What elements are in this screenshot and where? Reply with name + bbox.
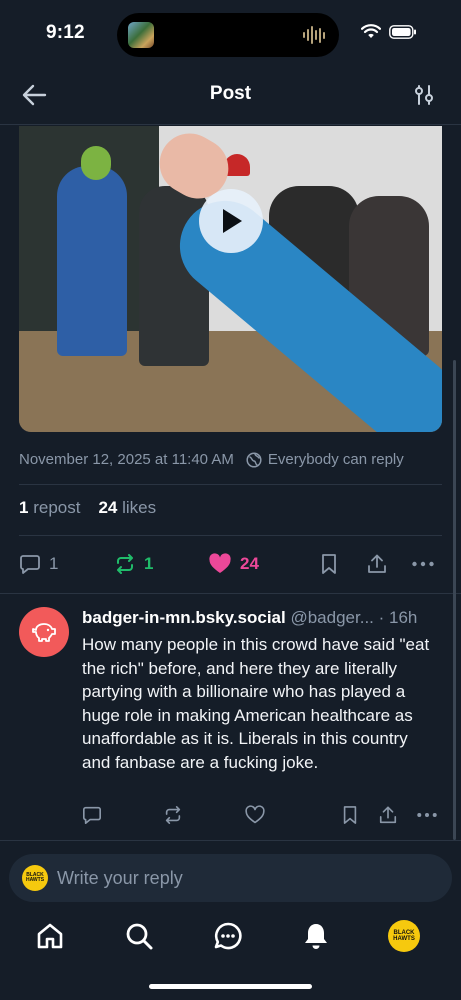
- meta-divider: [19, 484, 442, 485]
- play-button[interactable]: [199, 189, 263, 253]
- nav-profile[interactable]: BLACK HAWTS: [387, 919, 421, 953]
- share-icon: [368, 554, 386, 573]
- post-meta: November 12, 2025 at 11:40 AM Everybody …: [19, 451, 442, 468]
- reply-input[interactable]: [57, 854, 427, 902]
- repost-button[interactable]: 1: [114, 549, 153, 579]
- reply-text: How many people in this crowd have said …: [82, 635, 430, 772]
- likes-stat[interactable]: 24 likes: [98, 498, 156, 518]
- reply-composer[interactable]: BLACK HAWTS: [9, 854, 452, 902]
- reply-repost-button[interactable]: [163, 805, 183, 830]
- chat-icon: [214, 922, 242, 950]
- speech-bubble-icon: [83, 806, 101, 824]
- audio-wave-icon: [303, 25, 327, 45]
- avatar[interactable]: [19, 607, 69, 657]
- bookmark-icon: [322, 554, 336, 574]
- reply-display-name[interactable]: badger-in-mn.bsky.social: [82, 608, 286, 627]
- post-video[interactable]: [19, 126, 442, 432]
- nav-home[interactable]: [33, 919, 67, 953]
- reply-time: · 16h: [378, 608, 418, 627]
- bell-icon: [305, 924, 327, 949]
- likes-label: likes: [122, 498, 157, 517]
- bottom-nav: BLACK HAWTS: [0, 915, 461, 960]
- globe-icon: [246, 451, 262, 468]
- battery-icon: [389, 24, 416, 39]
- status-time: 9:12: [46, 22, 85, 43]
- avatar: BLACK HAWTS: [22, 865, 48, 891]
- nav-notifications[interactable]: [299, 919, 333, 953]
- reposts-stat[interactable]: 1 repost: [19, 498, 80, 518]
- speech-bubble-icon: [20, 555, 40, 574]
- status-bar: 9:12: [0, 0, 461, 70]
- now-playing-thumbnail: [128, 22, 154, 48]
- header: Post: [0, 70, 461, 122]
- avatar-text: BLACK HAWTS: [393, 930, 415, 942]
- reply-bookmark-button[interactable]: [341, 805, 359, 830]
- ellipsis-icon: [412, 561, 434, 567]
- video-scene-part: [81, 146, 111, 180]
- reply-divider: [0, 840, 461, 841]
- share-icon: [379, 806, 397, 824]
- like-count: 24: [240, 554, 259, 573]
- video-scene-part: [57, 166, 127, 356]
- like-button[interactable]: 24: [208, 549, 259, 579]
- ellipsis-icon: [417, 813, 437, 817]
- nav-search[interactable]: [122, 919, 156, 953]
- post-screen: 9:12 Post November 12, 2025 at 11:40 AM …: [0, 0, 461, 1000]
- post-date: November 12, 2025 at 11:40 AM: [19, 451, 234, 468]
- reply-setting-label: Everybody can reply: [267, 451, 404, 468]
- repost-count: 1: [144, 554, 154, 573]
- reply-actions: [82, 805, 442, 827]
- reply-share-button[interactable]: [378, 805, 398, 830]
- home-indicator[interactable]: [149, 984, 312, 989]
- repost-icon: [117, 554, 133, 574]
- piggy-bank-icon: [32, 623, 56, 642]
- status-icons: [361, 24, 417, 39]
- nav-chat[interactable]: [211, 919, 245, 953]
- search-icon: [126, 923, 153, 950]
- heart-icon: [209, 553, 231, 573]
- dynamic-island: [117, 13, 339, 57]
- reply-handle[interactable]: @badger...: [290, 608, 373, 627]
- reply-setting[interactable]: Everybody can reply: [246, 451, 404, 468]
- reply-more-button[interactable]: [416, 805, 438, 830]
- share-button[interactable]: [366, 549, 388, 579]
- repost-icon: [165, 806, 181, 824]
- scrollbar[interactable]: [453, 360, 456, 840]
- reply-header: badger-in-mn.bsky.social @badger... · 16…: [82, 608, 444, 628]
- wifi-icon: [361, 24, 381, 38]
- header-divider: [0, 124, 461, 125]
- thread-settings-button[interactable]: [413, 83, 435, 107]
- reply-post[interactable]: badger-in-mn.bsky.social @badger... · 16…: [0, 594, 461, 840]
- page-title: Post: [209, 83, 252, 104]
- reply-like-button[interactable]: [245, 805, 265, 830]
- reply-count: 1: [49, 554, 59, 573]
- stats-divider: [19, 535, 442, 536]
- bookmark-button[interactable]: [319, 549, 339, 579]
- more-options-button[interactable]: [411, 549, 435, 579]
- avatar-text: BLACK HAWTS: [25, 872, 45, 883]
- heart-icon: [245, 805, 265, 824]
- sliders-icon: [415, 85, 433, 105]
- post-stats: 1 repost 24 likes: [19, 498, 156, 518]
- likes-count: 24: [98, 498, 118, 517]
- reposts-count: 1: [19, 498, 29, 517]
- reply-reply-button[interactable]: [82, 805, 102, 830]
- post-actions: 1 1 24: [19, 549, 442, 579]
- avatar: BLACK HAWTS: [388, 920, 420, 952]
- play-icon: [223, 209, 242, 233]
- bookmark-icon: [343, 806, 357, 824]
- reposts-label: repost: [33, 498, 81, 517]
- reply-button[interactable]: 1: [19, 549, 58, 579]
- home-icon: [37, 923, 63, 949]
